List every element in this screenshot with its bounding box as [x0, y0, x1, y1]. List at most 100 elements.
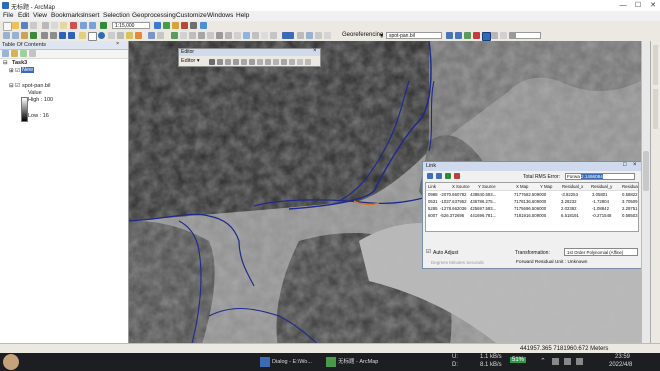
editor-titlebar[interactable]: Editor × — [179, 48, 320, 56]
col-residual-y[interactable]: Residual_y — [591, 184, 612, 189]
clock-time[interactable]: 23:59 — [615, 354, 630, 360]
link-table[interactable]: Link X Source Y Source X Map Y Map Resid… — [425, 182, 639, 232]
fixed-zoom-out-icon[interactable] — [50, 32, 57, 39]
link-close-icon[interactable]: × — [633, 162, 637, 168]
catalog-icon[interactable] — [172, 22, 179, 29]
link-minimize-icon[interactable]: □ — [623, 162, 627, 168]
cut-polygons-icon[interactable] — [273, 59, 279, 65]
arctoolbox-icon[interactable] — [181, 22, 188, 29]
align-icon[interactable] — [225, 32, 232, 39]
new-icon[interactable] — [3, 22, 12, 31]
forward-icon[interactable] — [68, 32, 75, 39]
menu-customize[interactable]: Customize — [176, 12, 207, 19]
rotate-raster-icon[interactable] — [446, 32, 453, 39]
group-icon[interactable] — [216, 32, 223, 39]
taskbar-arcmap[interactable]: 无标题 - ArcMap — [338, 356, 378, 368]
select-features-icon[interactable] — [79, 32, 86, 39]
catalog-tab[interactable] — [653, 45, 658, 85]
point-icon[interactable] — [249, 59, 255, 65]
effects-color-icon[interactable] — [282, 32, 294, 39]
table-row[interactable]: 0531 -1037.637952 436786.275... 7178136.… — [426, 198, 638, 205]
col-residual-x[interactable]: Residual_x — [562, 184, 583, 189]
split-icon[interactable] — [281, 59, 287, 65]
text-icon[interactable] — [189, 32, 196, 39]
draw-icon[interactable] — [180, 32, 187, 39]
list-by-source-icon[interactable] — [11, 50, 18, 57]
straight-segment-icon[interactable] — [225, 59, 231, 65]
python-icon[interactable] — [190, 22, 197, 29]
viewer-icon[interactable] — [491, 32, 498, 39]
html-popup-icon[interactable] — [135, 32, 142, 39]
open-icon[interactable] — [12, 22, 19, 29]
redo-icon[interactable] — [89, 22, 96, 29]
georef-extra-combo[interactable] — [515, 32, 541, 39]
menu-insert[interactable]: Insert — [83, 12, 99, 19]
reshape-icon[interactable] — [265, 59, 271, 65]
fit-to-display-icon[interactable] — [464, 32, 471, 39]
toc-selected-layer[interactable]: New — [21, 67, 35, 73]
auto-adjust-checkbox[interactable]: ☑ — [426, 249, 431, 255]
raster-layer-name[interactable]: spot-pan.bil — [22, 83, 50, 89]
swipe-icon[interactable] — [297, 32, 304, 39]
taskbar-dialog[interactable]: Dialog - E:\Wo... — [272, 356, 312, 368]
add-control-points-icon[interactable] — [473, 32, 480, 39]
auto-registration-icon[interactable] — [500, 32, 507, 39]
cut-icon[interactable] — [42, 22, 49, 29]
raster-layer-checkbox[interactable]: ☑ — [15, 83, 20, 89]
col-y-map[interactable]: Y Map — [540, 184, 552, 189]
col-x-map[interactable]: X Map — [516, 184, 528, 189]
link-titlebar[interactable]: Link □ × — [423, 162, 641, 171]
menu-bookmarks[interactable]: Bookmarks — [51, 12, 84, 19]
copy-icon[interactable] — [51, 22, 58, 29]
attributes-icon[interactable] — [297, 59, 303, 65]
end-point-arc-icon[interactable] — [233, 59, 239, 65]
editor-toolbar-icon[interactable] — [154, 22, 161, 29]
col-x-source[interactable]: X Source — [452, 184, 470, 189]
table-row[interactable]: 5285 -1278.662036 425697.593... 7175696.… — [426, 205, 638, 212]
zoom-out-icon[interactable] — [12, 32, 19, 39]
volume-icon[interactable] — [564, 358, 571, 365]
editor-close-icon[interactable]: × — [313, 48, 317, 54]
edit-tool-icon[interactable] — [209, 59, 215, 65]
transformation-select[interactable]: 1st Order Polynomial (Affine) — [564, 248, 638, 256]
view-link-table-icon[interactable] — [482, 32, 491, 41]
scale-icon[interactable] — [207, 32, 214, 39]
delete-link-icon[interactable] — [454, 173, 460, 179]
edit-annotation-icon[interactable] — [217, 59, 223, 65]
hyperlink-icon[interactable] — [126, 32, 133, 39]
rotate-icon[interactable] — [198, 32, 205, 39]
network-icon[interactable] — [552, 358, 559, 365]
toc-collapse-icon[interactable]: ⊟ — [3, 60, 8, 66]
layout-icon[interactable] — [171, 32, 178, 39]
ime-icon[interactable] — [576, 358, 583, 365]
distribute-icon[interactable] — [261, 32, 268, 39]
contrast-icon[interactable] — [324, 32, 331, 39]
print-icon[interactable] — [30, 22, 37, 29]
transparency-icon[interactable] — [315, 32, 322, 39]
table-of-contents-icon[interactable] — [163, 22, 170, 29]
layer-checkbox[interactable]: ☑ — [15, 68, 20, 74]
georeferencing-label[interactable]: Georeferencing — [342, 32, 383, 38]
georef-layer-select[interactable]: spot-pan.bil — [386, 32, 442, 39]
full-extent-icon[interactable] — [30, 32, 37, 39]
flicker-icon[interactable] — [306, 32, 313, 39]
maximize-button[interactable]: ☐ — [631, 1, 645, 10]
menu-view[interactable]: View — [33, 12, 47, 19]
save-icon[interactable] — [21, 22, 28, 29]
search-tab[interactable] — [653, 89, 658, 129]
clock-date[interactable]: 2022/4/8 — [609, 362, 632, 368]
col-y-source[interactable]: Y Source — [478, 184, 496, 189]
undo-icon[interactable] — [80, 22, 87, 29]
grid-icon[interactable] — [270, 32, 277, 39]
pan-icon[interactable] — [21, 32, 28, 39]
open-links-icon[interactable] — [427, 173, 433, 179]
toc-raster-collapse-icon[interactable]: ⊟ — [9, 83, 14, 89]
col-link[interactable]: Link — [428, 184, 436, 189]
identify-icon[interactable] — [98, 32, 105, 39]
add-data-icon[interactable] — [100, 22, 107, 29]
nudge-icon[interactable] — [252, 32, 259, 39]
close-button[interactable]: ✕ — [646, 1, 660, 10]
menu-edit[interactable]: Edit — [18, 12, 29, 19]
menu-geoprocessing[interactable]: Geoprocessing — [132, 12, 176, 19]
fixed-zoom-in-icon[interactable] — [41, 32, 48, 39]
